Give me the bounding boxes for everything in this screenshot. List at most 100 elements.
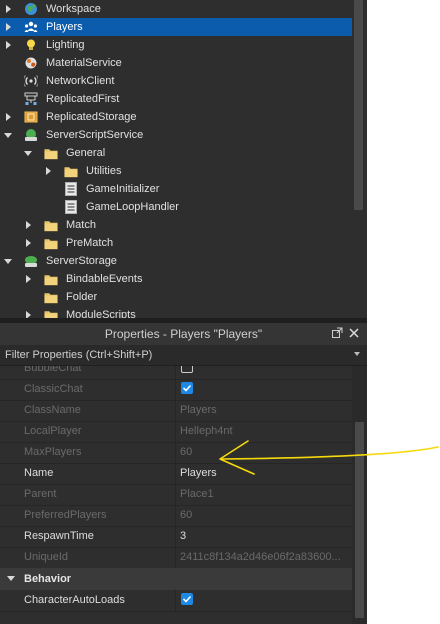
expand-arrow-down-icon[interactable]	[4, 133, 12, 138]
collapse-arrow-icon[interactable]	[7, 576, 15, 581]
column-divider	[175, 484, 176, 505]
folder-icon	[44, 308, 58, 318]
explorer-item-modulescripts[interactable]: ModuleScripts	[0, 306, 352, 318]
chevron-down-icon[interactable]	[354, 352, 360, 356]
filter-properties-placeholder: Filter Properties (Ctrl+Shift+P)	[5, 349, 153, 361]
explorer-item-gameinitializer[interactable]: GameInitializer	[0, 180, 352, 198]
explorer-item-serverscriptservice[interactable]: ServerScriptService	[0, 126, 352, 144]
expand-arrow-right-icon[interactable]	[46, 167, 51, 175]
property-checkbox[interactable]	[181, 382, 193, 394]
explorer-item-utilities[interactable]: Utilities	[0, 162, 352, 180]
explorer-item-folder[interactable]: Folder	[0, 288, 352, 306]
expand-arrow-right-icon[interactable]	[6, 41, 11, 49]
explorer-item-label: GameInitializer	[86, 183, 160, 195]
explorer-item-bindableevents[interactable]: BindableEvents	[0, 270, 352, 288]
column-divider	[175, 421, 176, 442]
property-name: ClassicChat	[24, 383, 83, 395]
explorer-item-serverstorage[interactable]: ServerStorage	[0, 252, 352, 270]
explorer-item-players[interactable]: Players	[0, 18, 352, 36]
property-name: UniqueId	[24, 551, 69, 563]
close-icon[interactable]	[349, 327, 359, 341]
explorer-item-label: General	[66, 147, 106, 159]
property-row-name[interactable]: Name Players	[0, 463, 352, 485]
column-divider	[175, 400, 176, 421]
explorer-item-match[interactable]: Match	[0, 216, 352, 234]
explorer-item-label: ReplicatedFirst	[46, 93, 120, 105]
folder-icon	[64, 164, 78, 178]
explorer-item-label: PreMatch	[66, 237, 114, 249]
column-divider	[175, 505, 176, 526]
lightbulb-icon	[24, 38, 38, 52]
folder-icon	[44, 272, 58, 286]
explorer-item-label: BindableEvents	[66, 273, 143, 285]
expand-arrow-right-icon[interactable]	[26, 275, 31, 283]
section-behavior[interactable]: Behavior	[0, 568, 352, 590]
expand-arrow-right-icon[interactable]	[26, 239, 31, 247]
expand-arrow-down-icon[interactable]	[4, 259, 12, 264]
server-script-service-icon	[24, 128, 38, 142]
filter-properties-field[interactable]: Filter Properties (Ctrl+Shift+P)	[0, 345, 367, 366]
property-name: MaxPlayers	[24, 446, 82, 458]
explorer-item-lighting[interactable]: Lighting	[0, 36, 352, 54]
property-name: BubbleChat	[24, 366, 82, 374]
property-row-classicchat[interactable]: ClassicChat	[0, 379, 352, 401]
explorer-item-materialservice[interactable]: MaterialService	[0, 54, 352, 72]
expand-arrow-right-icon[interactable]	[26, 221, 31, 229]
explorer-item-label: Folder	[66, 291, 98, 303]
property-name: RespawnTime	[24, 530, 94, 542]
explorer-scrollbar-thumb[interactable]	[354, 0, 363, 210]
explorer-item-workspace[interactable]: Workspace	[0, 0, 352, 18]
explorer-item-label: Players	[46, 21, 83, 33]
property-value: Place1	[180, 488, 214, 500]
property-row-bubblechat[interactable]: BubbleChat	[0, 366, 352, 380]
expand-arrow-down-icon[interactable]	[24, 151, 32, 156]
explorer-item-replicatedfirst[interactable]: ReplicatedFirst	[0, 90, 352, 108]
property-row-respawntime[interactable]: RespawnTime 3	[0, 526, 352, 548]
property-row-preferredplayers[interactable]: PreferredPlayers 60	[0, 505, 352, 527]
undock-icon[interactable]	[332, 327, 343, 341]
server-storage-icon	[24, 254, 38, 268]
script-icon	[64, 200, 78, 214]
expand-arrow-right-icon[interactable]	[6, 23, 11, 31]
folder-icon	[44, 218, 58, 232]
property-value: 60	[180, 509, 193, 521]
expand-arrow-right-icon[interactable]	[6, 113, 11, 121]
explorer-item-networkclient[interactable]: NetworkClient	[0, 72, 352, 90]
property-name: CharacterAutoLoads	[24, 594, 125, 606]
column-divider	[175, 463, 176, 484]
property-value[interactable]: Players	[180, 467, 217, 479]
explorer-panel: Workspace Players Lighting MaterialService N…	[0, 0, 367, 318]
replicated-first-icon	[24, 92, 38, 106]
expand-arrow-right-icon[interactable]	[26, 311, 31, 318]
property-name: Parent	[24, 488, 57, 500]
explorer-item-label: Match	[66, 219, 96, 231]
explorer-item-label: Lighting	[46, 39, 85, 51]
property-checkbox[interactable]	[181, 366, 193, 373]
property-row-localplayer[interactable]: LocalPlayer Helleph4nt	[0, 421, 352, 443]
properties-grid: BubbleChat ClassicChat ClassName Players Loc…	[0, 366, 352, 624]
property-row-characterautoloads[interactable]: CharacterAutoLoads	[0, 590, 352, 612]
explorer-item-prematch[interactable]: PreMatch	[0, 234, 352, 252]
script-icon	[64, 182, 78, 196]
folder-icon	[44, 146, 58, 160]
explorer-item-label: NetworkClient	[46, 75, 115, 87]
network-client-icon	[24, 74, 38, 88]
players-icon	[24, 20, 38, 34]
folder-icon	[44, 290, 58, 304]
explorer-item-label: Utilities	[86, 165, 122, 177]
property-checkbox[interactable]	[181, 593, 193, 605]
expand-arrow-right-icon[interactable]	[6, 5, 11, 13]
property-row-classname[interactable]: ClassName Players	[0, 400, 352, 422]
property-name: LocalPlayer	[24, 425, 82, 437]
column-divider	[175, 590, 176, 611]
property-row-uniqueid[interactable]: UniqueId 2411c8f134a2d46e06f2a83600...	[0, 547, 352, 569]
property-row-maxplayers[interactable]: MaxPlayers 60	[0, 442, 352, 464]
property-value[interactable]: 3	[180, 530, 186, 542]
column-divider	[175, 547, 176, 568]
properties-scrollbar-thumb[interactable]	[355, 422, 364, 618]
property-row-parent[interactable]: Parent Place1	[0, 484, 352, 506]
explorer-item-gameloophandler[interactable]: GameLoopHandler	[0, 198, 352, 216]
explorer-item-general[interactable]: General	[0, 144, 352, 162]
explorer-item-replicatedstorage[interactable]: ReplicatedStorage	[0, 108, 352, 126]
explorer-item-label: ServerScriptService	[46, 129, 144, 141]
